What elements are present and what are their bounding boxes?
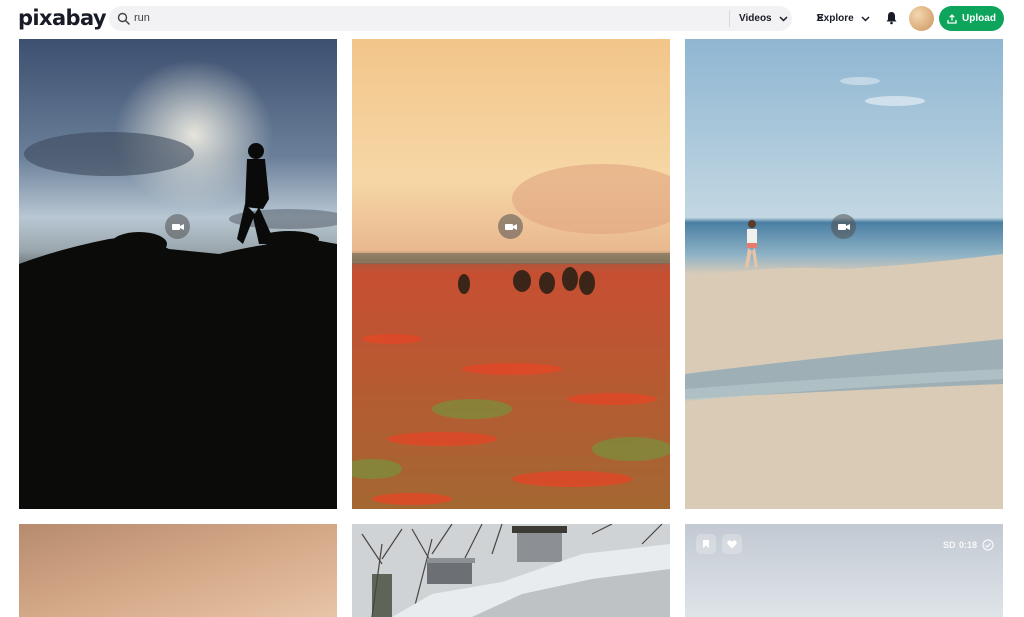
search-input[interactable]: run <box>134 11 150 26</box>
media-type-label: Videos <box>739 13 772 24</box>
video-thumbnail <box>352 39 670 509</box>
quality-badge: SD <box>943 540 956 550</box>
search-icon <box>117 12 130 25</box>
video-thumbnail <box>685 39 1003 509</box>
bookmark-icon <box>703 540 709 548</box>
video-thumbnail <box>19 524 337 617</box>
check-circle-icon <box>982 539 994 551</box>
video-result[interactable] <box>19 524 337 617</box>
upload-label: Upload <box>962 13 996 24</box>
upload-button[interactable]: Upload <box>939 6 1004 31</box>
video-camera-icon <box>165 214 190 239</box>
user-avatar[interactable] <box>909 6 934 31</box>
media-type-dropdown[interactable]: Videos <box>739 12 788 26</box>
video-thumbnail <box>352 524 670 617</box>
pixabay-logo[interactable]: pixabay <box>18 6 107 30</box>
video-result[interactable]: SD 0:18 <box>685 524 1003 617</box>
video-thumbnail <box>19 39 337 509</box>
explore-label: Explore <box>817 13 854 24</box>
video-result[interactable] <box>352 39 670 509</box>
video-result[interactable] <box>19 39 337 509</box>
video-duration: 0:18 <box>959 540 978 550</box>
video-result[interactable] <box>352 524 670 617</box>
explore-menu[interactable]: Explore <box>817 12 870 26</box>
chevron-down-icon <box>779 16 788 22</box>
video-camera-icon <box>831 214 856 239</box>
like-button[interactable] <box>722 534 742 554</box>
chevron-down-icon <box>861 16 870 22</box>
bookmark-button[interactable] <box>696 534 716 554</box>
search-bar[interactable]: run ✕ Videos <box>109 6 825 31</box>
top-header: pixabay run ✕ Videos Explore Upload <box>0 0 1024 37</box>
search-divider <box>729 10 730 27</box>
heart-icon <box>727 540 737 548</box>
video-camera-icon <box>498 214 523 239</box>
video-result[interactable] <box>685 39 1003 509</box>
bell-icon[interactable] <box>885 11 898 25</box>
upload-icon <box>947 13 957 24</box>
